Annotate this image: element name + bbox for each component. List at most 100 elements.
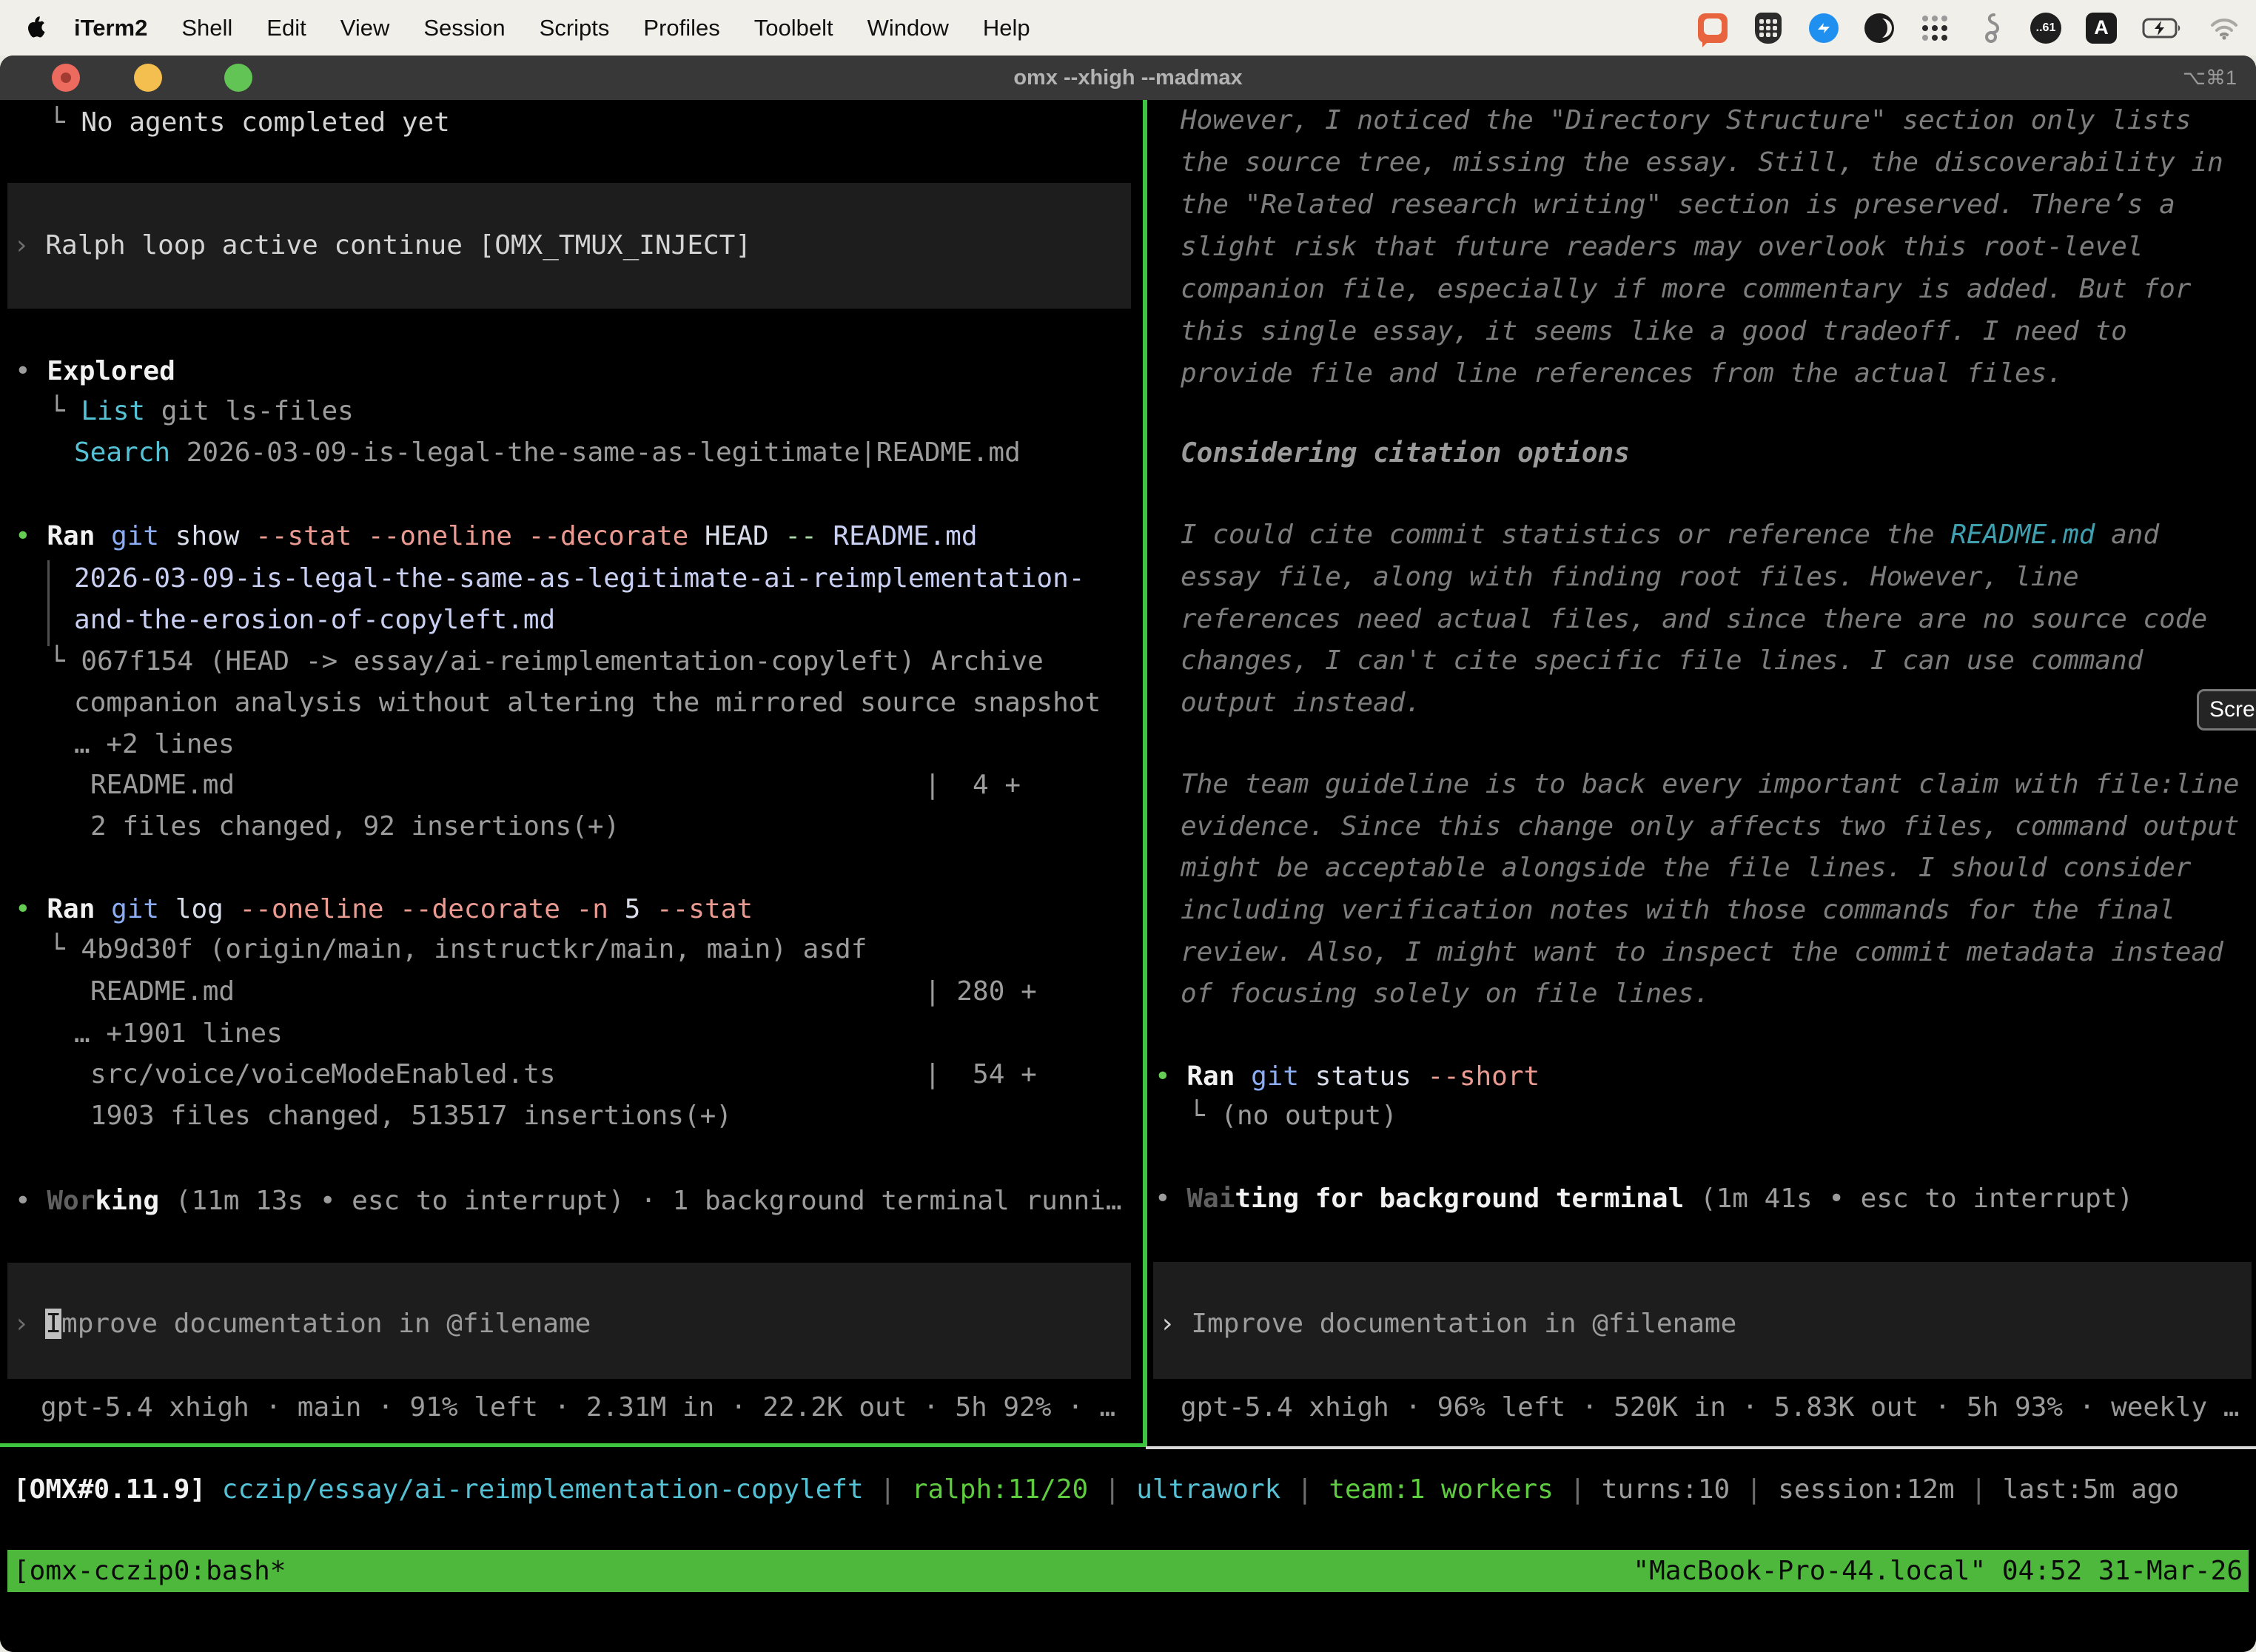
text-segment: README.md | 280 +: [90, 976, 1037, 1007]
text-segment: … +2 lines: [74, 729, 235, 759]
log-stat-readme: README.md | 280 +: [90, 976, 1037, 1008]
ralph-loop-box: › Ralph loop active continue [OMX_TMUX_I…: [7, 183, 1131, 309]
tree-branch-line: [47, 560, 50, 646]
menu-item-iterm2[interactable]: iTerm2: [74, 15, 147, 41]
text-segment: ›: [1159, 1309, 1191, 1339]
agents-status-line: └ No agents completed yet: [49, 107, 450, 139]
text-segment: (11m 13s • esc to interrupt) · 1 backgro…: [159, 1186, 1121, 1216]
chat-app-icon[interactable]: [1697, 13, 1728, 44]
text-segment: companion file, especially if more comme…: [1181, 274, 2191, 304]
omx-status-line: [OMX#0.11.9] cczip/essay/ai-reimplementa…: [13, 1474, 2179, 1506]
left-pane-bottom-border: [0, 1443, 1146, 1447]
battery-percent-badge[interactable]: ..61: [2030, 13, 2061, 44]
reasoning-p2-l4: changes, I can't cite specific file line…: [1181, 645, 2143, 677]
menu-item-help[interactable]: Help: [983, 15, 1030, 41]
text-segment: README.md: [1950, 520, 2095, 550]
text-segment: 5: [625, 894, 657, 924]
menu-item-shell[interactable]: Shell: [181, 15, 232, 41]
text-segment: --short: [1427, 1061, 1540, 1092]
reasoning-p2-l2: essay file, along with finding root file…: [1181, 561, 2079, 594]
text-segment: including verification notes with those …: [1181, 895, 2175, 925]
menu-item-scripts[interactable]: Scripts: [540, 15, 610, 41]
text-segment: List: [81, 396, 145, 426]
menu-item-session[interactable]: Session: [423, 15, 505, 41]
text-segment: essay file, along with finding root file…: [1181, 562, 2079, 592]
text-segment: Wai: [1186, 1183, 1235, 1214]
ran-git-log: • Ran git log --oneline --decorate -n 5 …: [15, 893, 753, 926]
text-segment: ultrawork: [1136, 1474, 1280, 1505]
chat-bubble-icon: [1698, 13, 1728, 43]
text-segment: I could cite commit statistics or refere…: [1181, 520, 1950, 550]
text-segment: output instead.: [1181, 688, 1421, 718]
menu-bar: iTerm2 Shell Edit View Session Scripts Profile…: [0, 0, 2256, 56]
model-status-line: gpt-5.4 xhigh · main · 91% left · 2.31M …: [41, 1391, 1115, 1424]
dots-grid-icon[interactable]: [1919, 13, 1950, 44]
prompt-input-left-text: › Improve documentation in @filename: [13, 1308, 591, 1340]
prompt-input-left[interactable]: › Improve documentation in @filename: [7, 1263, 1131, 1379]
wifi-menu[interactable]: [2209, 13, 2240, 44]
reasoning-p1-l7: provide file and line references from th…: [1181, 357, 2063, 390]
stat-readme: README.md | 4 +: [90, 769, 1021, 802]
text-segment: Considering citation options: [1181, 438, 1630, 469]
text-segment: |: [1280, 1474, 1329, 1505]
hook-icon[interactable]: [1975, 13, 2006, 44]
iterm-window: omx --xhigh --madmax ⌥⌘1 Scre └ No agent…: [0, 56, 2256, 1652]
grid-dots-icon: [1922, 16, 1947, 41]
text-cursor: I: [45, 1309, 61, 1339]
reasoning-p3-l5: review. Also, I might want to inspect th…: [1181, 936, 2223, 969]
text-segment: 2026-03-09-is-legal-the-same-as-legitima…: [170, 437, 1021, 468]
text-segment: Explored: [47, 356, 175, 386]
commit-line-2: companion analysis without altering the …: [74, 687, 1101, 719]
menu-item-toolbelt[interactable]: Toolbelt: [754, 15, 833, 41]
text-segment: |: [1730, 1474, 1778, 1505]
text-segment: README.md: [833, 521, 977, 551]
text-segment: No agents completed yet: [81, 107, 450, 138]
ralph-loop-box-text: › Ralph loop active continue [OMX_TMUX_I…: [13, 229, 751, 262]
contrast-icon[interactable]: [1864, 13, 1895, 44]
text-segment: status: [1315, 1061, 1428, 1092]
ran-git-show: • Ran git show --stat --oneline --decora…: [15, 520, 978, 553]
menubar-status-icons: ..61 A: [1697, 13, 2256, 44]
apple-menu[interactable]: [22, 12, 52, 44]
text-segment: session:12m: [1778, 1474, 1954, 1505]
text-segment: last:5m ago: [2003, 1474, 2179, 1505]
battery-menu[interactable]: [2141, 13, 2184, 44]
prompt-input-right[interactable]: › Improve documentation in @filename: [1153, 1262, 2252, 1379]
screen-overlay-button[interactable]: Scre: [2197, 689, 2256, 731]
explored-header: • Explored: [15, 355, 175, 388]
menu-item-window[interactable]: Window: [867, 15, 949, 41]
reasoning-p1-l5: companion file, especially if more comme…: [1181, 273, 2191, 306]
messenger-icon[interactable]: [1808, 13, 1839, 44]
terminal-area: Scre └ No agents completed yet • Explored…: [0, 100, 2256, 1652]
menu-item-profiles[interactable]: Profiles: [643, 15, 719, 41]
text-segment: Improve documentation in @filename: [1191, 1309, 1736, 1339]
tmux-session-label[interactable]: [omx-cczip0:bash*: [13, 1556, 286, 1586]
shield-grid-icon[interactable]: [1753, 13, 1784, 44]
text-segment: king: [95, 1186, 159, 1216]
log-commit-line: └ 4b9d30f (origin/main, instructkr/main,…: [49, 933, 867, 966]
reasoning-p3-l4: including verification notes with those …: [1181, 894, 2175, 927]
text-segment: HEAD: [705, 521, 785, 551]
pane-divider[interactable]: [1143, 100, 1147, 1446]
model-status-line: gpt-5.4 xhigh · 96% left · 520K in · 5.8…: [1181, 1391, 2239, 1424]
text-segment: of focusing solely on file lines.: [1181, 978, 1710, 1009]
text-segment: However, I noticed the "Directory Struct…: [1181, 105, 2191, 135]
menu-item-view[interactable]: View: [340, 15, 390, 41]
text-segment: 2 files changed, 92 insertions(+): [90, 811, 620, 842]
tmux-host-clock: "MacBook-Pro-44.local" 04:52 31-Mar-26: [1633, 1556, 2243, 1586]
text-segment: gpt-5.4 xhigh · main · 91% left · 2.31M …: [41, 1392, 1115, 1423]
title-bar[interactable]: omx --xhigh --madmax ⌥⌘1: [0, 56, 2256, 100]
reasoning-p1-l6: this single essay, it seems like a good …: [1181, 315, 2127, 348]
menu-item-edit[interactable]: Edit: [266, 15, 306, 41]
a-square-icon[interactable]: A: [2086, 13, 2117, 44]
text-segment: •: [1155, 1061, 1186, 1092]
reasoning-p1-l4: slight risk that future readers may over…: [1181, 231, 2143, 263]
text-segment: might be acceptable alongside the file l…: [1181, 853, 2191, 883]
text-segment: (1m 41s • esc to interrupt): [1684, 1183, 2133, 1214]
wifi-icon: [2209, 16, 2239, 40]
text-segment: └ 067f154 (HEAD -> essay/ai-reimplementa…: [49, 646, 1044, 676]
text-segment: --stat --oneline --decorate: [255, 521, 705, 551]
text-segment: log: [175, 894, 240, 924]
text-segment: provide file and line references from th…: [1181, 358, 2063, 389]
explored-list: └ List git ls-files: [49, 395, 354, 428]
